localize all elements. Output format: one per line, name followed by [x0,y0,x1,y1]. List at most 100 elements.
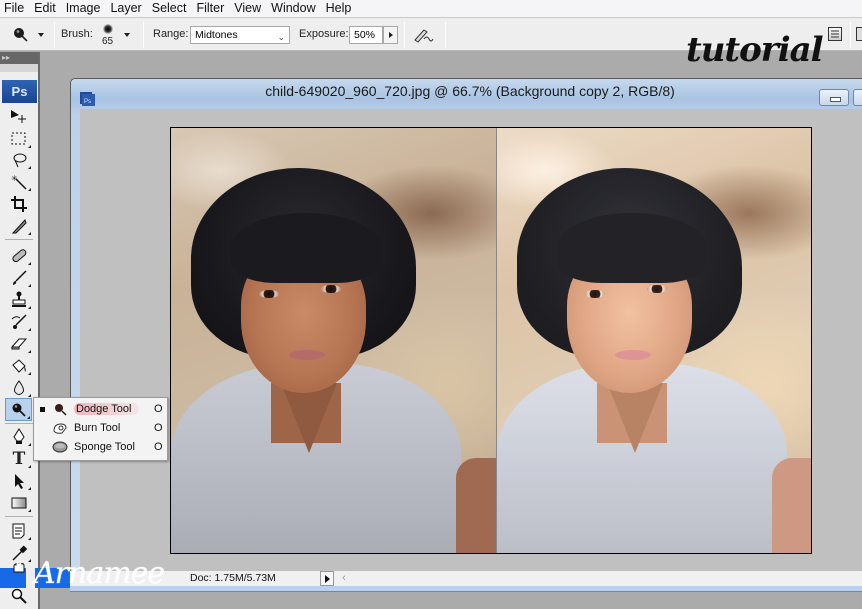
stamp-icon [12,291,26,307]
toolbox-collapse-button[interactable]: ▸▸ [0,52,38,64]
flyout-label: Sponge Tool [74,441,135,453]
document-title: child-649020_960_720.jpg @ 66.7% (Backgr… [265,83,675,99]
zoom-tool[interactable] [6,586,32,606]
menu-layer[interactable]: Layer [106,0,147,17]
hand-icon [13,563,25,573]
tutorial-watermark: tutorial [686,30,824,70]
paint-bucket-tool[interactable] [6,356,32,376]
exposure-slider-button[interactable] [383,26,398,44]
maximize-button[interactable] [853,89,862,106]
magic-wand-icon: ✳ [11,174,27,190]
menu-help[interactable]: Help [322,0,358,17]
exposure-input[interactable]: 50% [349,26,383,44]
status-menu-button[interactable] [320,571,334,586]
dodge-tool-flyout-menu: Dodge Tool O Burn Tool O Sponge Tool O [33,397,168,461]
move-tool[interactable] [6,107,32,127]
rectangle-icon [11,497,27,509]
blur-tool[interactable] [6,378,32,398]
dodge-tool-icon [14,28,28,42]
arrow-icon [15,474,24,489]
menu-filter[interactable]: Filter [192,0,230,17]
shape-tool[interactable] [6,493,32,513]
tool-preset-picker[interactable] [11,25,33,45]
lasso-tool[interactable] [6,150,32,170]
healing-brush-tool[interactable] [6,246,32,266]
image-canvas[interactable] [170,127,812,554]
slice-tool[interactable] [6,216,32,236]
magic-wand-tool[interactable]: ✳ [6,172,32,192]
eyedropper-tool[interactable] [6,543,32,563]
clone-stamp-tool[interactable] [6,290,32,310]
marquee-icon [11,132,26,145]
scroll-left-button[interactable]: ‹ [337,571,351,586]
menu-edit[interactable]: Edit [30,0,62,17]
history-brush-tool[interactable] [6,312,32,332]
range-select[interactable]: Midtones ⌄ [190,26,290,44]
history-brush-icon [11,314,27,329]
brush-tool[interactable] [6,268,32,288]
flyout-item-burn-tool[interactable]: Burn Tool O [34,419,167,438]
path-selection-tool[interactable] [6,471,32,491]
dodged-photo [497,128,811,553]
airbrush-button[interactable] [412,25,434,45]
eraser-icon [10,338,28,350]
menu-select[interactable]: Select [148,0,193,17]
pen-icon [13,428,25,444]
divider [445,22,446,48]
dodge-tool[interactable] [5,398,32,421]
crop-icon [11,196,27,212]
divider [404,22,405,48]
crop-tool[interactable] [6,194,32,214]
brush-dropdown-arrow[interactable] [124,33,130,37]
brush-icon [13,270,27,285]
eraser-tool[interactable] [6,334,32,354]
hand-tool[interactable] [6,563,32,575]
note-icon [12,523,25,539]
drop-icon [14,380,24,395]
menu-image[interactable]: Image [62,0,107,17]
menu-window[interactable]: Window [267,0,321,17]
type-tool[interactable]: T [6,449,32,469]
dodge-icon [12,403,26,417]
svg-text:✳: ✳ [11,174,18,183]
brush-preview-icon[interactable] [103,24,113,34]
menu-file[interactable]: File [0,0,30,17]
paint-bucket-icon [12,359,26,373]
menu-view[interactable]: View [230,0,267,17]
flyout-shortcut: O [154,441,163,453]
divider [850,22,851,48]
eyedropper-icon [12,545,28,561]
range-label: Range: [153,28,189,40]
photoshop-logo: Ps [2,80,37,103]
sponge-icon [52,441,68,453]
flyout-item-sponge-tool[interactable]: Sponge Tool O [34,438,167,457]
marquee-tool[interactable] [6,129,32,149]
notes-tool[interactable] [6,521,32,541]
exposure-value: 50% [354,29,376,41]
range-value: Midtones [195,29,238,41]
slice-icon [11,219,27,234]
menu-bar: File Edit Image Layer Select Filter View… [0,0,862,17]
toolbox-divider [5,239,33,240]
bandage-icon [12,249,27,263]
pen-tool[interactable] [6,427,32,447]
svg-text:Ps: Ps [84,99,91,105]
flyout-label: Burn Tool [74,422,121,434]
flyout-item-dodge-tool[interactable]: Dodge Tool O [34,400,167,419]
tool-preset-dropdown-arrow[interactable] [38,33,44,37]
exposure-label: Exposure: [299,28,349,40]
burn-icon [53,423,67,434]
flyout-shortcut: O [154,422,163,434]
arnamee-watermark: Arnamee [34,556,165,591]
original-photo [171,128,496,553]
panel-toggle-button[interactable] [856,27,862,41]
workspace-button[interactable] [828,27,842,41]
selected-bullet-icon [40,407,45,412]
move-icon [11,110,26,123]
chevron-down-icon: ⌄ [277,32,285,42]
lasso-icon [13,153,27,168]
status-bar: Doc: 1.75M/5.73M ‹ [70,571,862,586]
horizontal-scrollbar[interactable] [70,586,862,592]
minimize-button[interactable] [819,89,849,106]
dodge-icon [55,404,67,416]
